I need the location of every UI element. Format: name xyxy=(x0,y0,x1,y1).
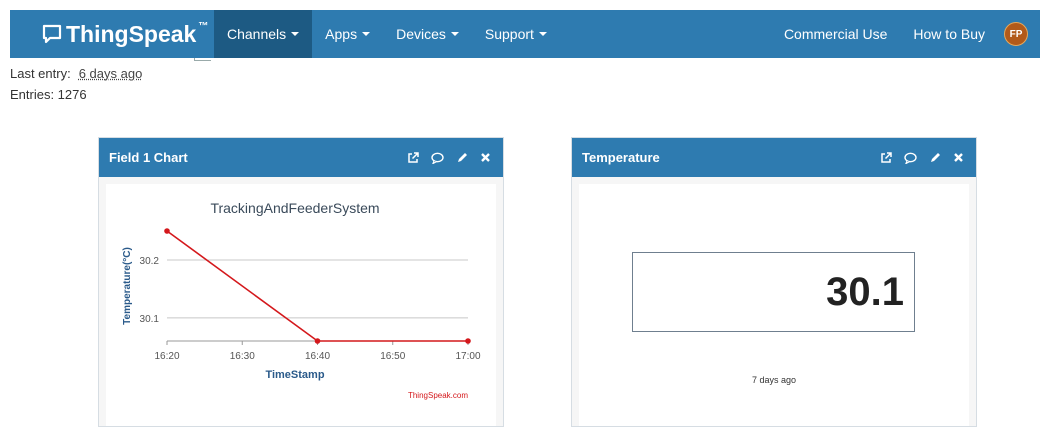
menu-notch xyxy=(194,58,211,61)
last-entry-row: Last entry: 6 days ago xyxy=(10,63,142,84)
temperature-actions xyxy=(880,152,966,164)
brand-trademark: ™ xyxy=(198,21,208,32)
x-tick-label: 16:30 xyxy=(230,351,255,362)
x-axis-label: TimeStamp xyxy=(265,369,324,381)
external-link-icon[interactable] xyxy=(407,152,419,164)
nav-support-label: Support xyxy=(485,26,534,42)
pencil-icon[interactable] xyxy=(456,152,468,164)
field-chart-actions xyxy=(407,152,493,164)
chart-title: TrackingAndFeederSystem xyxy=(210,200,379,216)
nav-how-to-buy[interactable]: How to Buy xyxy=(900,10,998,58)
chevron-down-icon xyxy=(451,32,459,36)
chevron-down-icon xyxy=(539,32,547,36)
field-chart-header: Field 1 Chart xyxy=(99,138,503,177)
nav-support[interactable]: Support xyxy=(472,10,560,58)
temperature-title: Temperature xyxy=(582,150,880,165)
close-icon[interactable] xyxy=(480,152,491,163)
pencil-icon[interactable] xyxy=(929,152,941,164)
channel-info: Last entry: 6 days ago Entries: 1276 xyxy=(10,63,142,105)
nav-channels-label: Channels xyxy=(227,26,286,42)
data-point xyxy=(164,228,170,234)
y-tick-label: 30.2 xyxy=(140,256,160,267)
series-line xyxy=(167,231,468,341)
temperature-panel: Temperature 30.1 7 days ago xyxy=(571,137,977,427)
chart-credit: ThingSpeak.com xyxy=(408,391,468,400)
field-chart-body: TrackingAndFeederSystem 30.1 30.2 16:20 16:3… xyxy=(106,184,496,426)
nav-apps[interactable]: Apps xyxy=(312,10,383,58)
nav-commercial-use[interactable]: Commercial Use xyxy=(771,10,900,58)
chevron-down-icon xyxy=(362,32,370,36)
nav-channels[interactable]: Channels xyxy=(214,10,312,58)
top-navbar: ThingSpeak ™ Channels Apps Devices Suppor… xyxy=(10,10,1040,58)
chat-bubble-icon xyxy=(42,24,62,44)
brand-logo[interactable]: ThingSpeak ™ xyxy=(10,10,214,58)
x-tick-label: 16:20 xyxy=(154,351,179,362)
data-point xyxy=(465,338,471,344)
data-point xyxy=(315,338,321,344)
temperature-body: 30.1 7 days ago xyxy=(579,184,969,426)
comment-icon[interactable] xyxy=(431,152,444,164)
x-tick-label: 17:00 xyxy=(455,351,480,362)
temperature-value: 30.1 xyxy=(826,270,904,315)
last-entry-label: Last entry: xyxy=(10,66,71,81)
y-axis-label: Temperature(°C) xyxy=(122,247,133,325)
x-tick-label: 16:50 xyxy=(380,351,405,362)
close-icon[interactable] xyxy=(953,152,964,163)
last-entry-value: 6 days ago xyxy=(79,66,143,81)
temperature-updated: 7 days ago xyxy=(579,375,969,385)
comment-icon[interactable] xyxy=(904,152,917,164)
avatar[interactable]: FP xyxy=(1004,22,1028,46)
entries-count: Entries: 1276 xyxy=(10,84,142,105)
field-chart-panel: Field 1 Chart TrackingAndFeederSystem 30.… xyxy=(98,137,504,427)
chevron-down-icon xyxy=(291,32,299,36)
brand-name: ThingSpeak xyxy=(66,21,196,48)
nav-apps-label: Apps xyxy=(325,26,357,42)
nav-devices-label: Devices xyxy=(396,26,446,42)
temperature-header: Temperature xyxy=(572,138,976,177)
x-tick-label: 16:40 xyxy=(305,351,330,362)
nav-devices[interactable]: Devices xyxy=(383,10,472,58)
temperature-line-chart: TrackingAndFeederSystem 30.1 30.2 16:20 16:3… xyxy=(106,184,498,428)
numeric-display: 30.1 xyxy=(632,252,915,332)
field-chart-title: Field 1 Chart xyxy=(109,150,407,165)
y-tick-label: 30.1 xyxy=(140,314,160,325)
external-link-icon[interactable] xyxy=(880,152,892,164)
